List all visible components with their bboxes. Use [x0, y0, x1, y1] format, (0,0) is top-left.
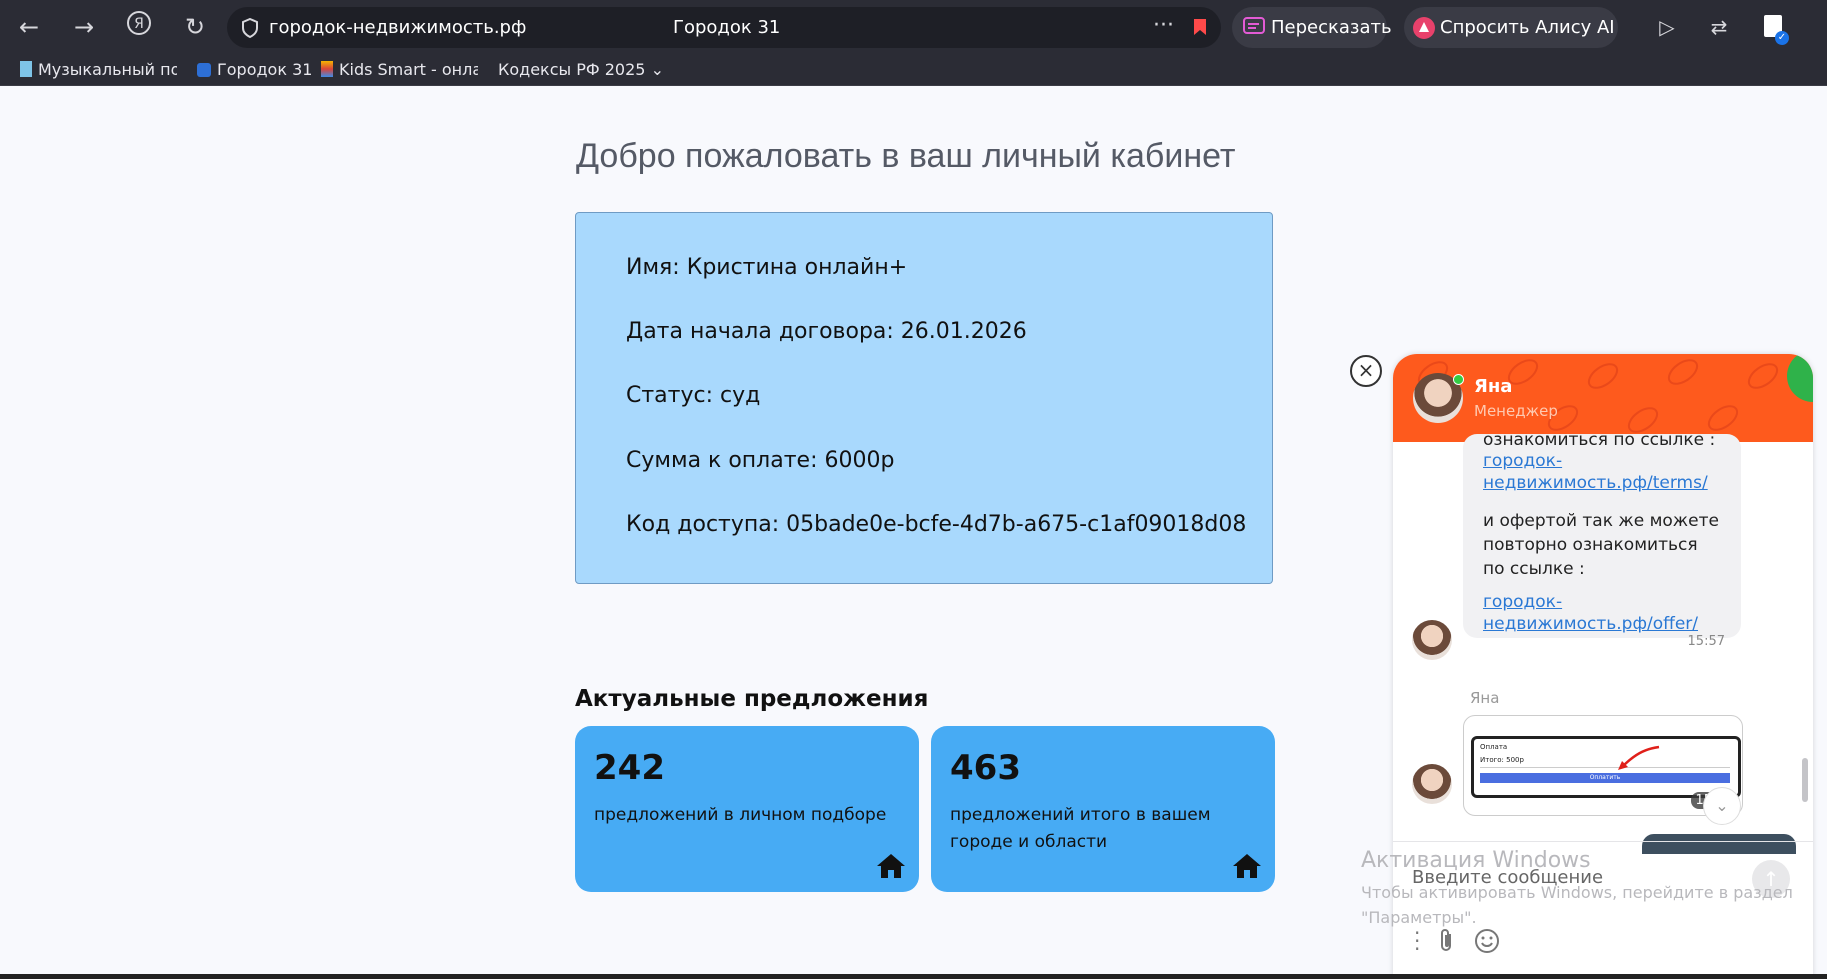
screenshot-heading: Оплата: [1480, 743, 1508, 751]
bookmark-item[interactable]: Kids Smart - онла: [321, 60, 478, 79]
bookmark-icon[interactable]: [1193, 18, 1207, 36]
message-text: и офертой так же можете повторно ознаком…: [1483, 511, 1719, 579]
message-time: 15:57: [1687, 634, 1725, 649]
yandex-logo-icon: Я: [127, 11, 151, 35]
back-button[interactable]: ←: [12, 10, 46, 44]
taskbar-edge: [0, 974, 1827, 979]
offer-description: предложений итого в вашем городе и облас…: [950, 805, 1211, 852]
more-dots-icon[interactable]: ···: [1153, 13, 1174, 38]
chevron-down-icon: ⌄: [650, 60, 664, 79]
client-name: Имя: Кристина онлайн+: [626, 255, 908, 280]
bookmark-folder[interactable]: Кодексы РФ 2025 ⌄: [498, 60, 664, 79]
home-favicon-icon: [197, 63, 211, 77]
alice-icon: [1413, 17, 1435, 39]
chevron-down-icon: ⌄: [1715, 796, 1729, 815]
emoji-icon[interactable]: [1474, 928, 1500, 954]
agent-avatar-small: [1412, 764, 1452, 804]
retell-button[interactable]: Пересказать: [1232, 7, 1392, 48]
translate-icon[interactable]: ⇄: [1702, 10, 1736, 44]
windows-activation-text: Чтобы активировать Windows, перейдите в …: [1361, 883, 1793, 927]
attach-icon[interactable]: [1437, 927, 1455, 953]
scroll-down-button[interactable]: ⌄: [1703, 787, 1741, 825]
terms-link[interactable]: городок-недвижимость.рф/terms/: [1483, 450, 1723, 494]
address-domain: городок-недвижимость.рф: [269, 17, 527, 38]
payment-screenshot: Оплата Итого: 500р Оплатить: [1471, 736, 1741, 798]
chat-message: ознакомиться по ссылке : городок-недвижи…: [1463, 430, 1741, 649]
page-title: Добро пожаловать в ваш личный кабинет: [576, 137, 1236, 175]
forward-button[interactable]: →: [67, 10, 101, 44]
address-bar[interactable]: городок-недвижимость.рф Городок 31 ···: [227, 7, 1221, 48]
reload-button[interactable]: ↻: [178, 10, 212, 44]
shield-icon: [242, 18, 258, 38]
agent-role: Менеджер: [1474, 402, 1558, 420]
contract-start-date: Дата начала договора: 26.01.2026: [626, 319, 1027, 344]
offer-count: 242: [594, 748, 665, 788]
amount-due: Сумма к оплате: 6000р: [626, 448, 895, 473]
bookmark-favicon-icon: [20, 61, 32, 77]
home-icon: [1233, 854, 1261, 878]
chat-scrollbar[interactable]: [1802, 758, 1808, 802]
media-player-icon[interactable]: ▷: [1650, 10, 1684, 44]
close-icon: ×: [1357, 358, 1375, 382]
chat-close-button[interactable]: ×: [1350, 355, 1382, 387]
yandex-home-button[interactable]: Я: [122, 10, 156, 44]
message-text-cut: ознакомиться по ссылке :: [1483, 430, 1716, 450]
online-indicator: [1453, 374, 1464, 385]
offer-description: предложений в личном подборе: [594, 805, 887, 825]
offer-count: 463: [950, 748, 1021, 788]
screenshot-pay-button: Оплатить: [1480, 773, 1730, 783]
bookmarks-bar: Музыкальный пор Городок 31 Kids Smart - …: [0, 55, 1827, 86]
bookmark-item[interactable]: Музыкальный пор: [20, 60, 177, 79]
kids-smart-favicon-icon: [321, 61, 333, 77]
message-sender-label: Яна: [1470, 689, 1500, 707]
agent-name: Яна: [1474, 376, 1513, 397]
more-options-icon[interactable]: · · ·: [1414, 923, 1420, 959]
chat-input-divider: [1393, 841, 1813, 842]
offer-link[interactable]: городок-недвижимость.рф/offer/: [1483, 591, 1723, 635]
access-code: Код доступа: 05bade0e-bcfe-4d7b-a675-c1a…: [626, 512, 1247, 537]
page-tab-title: Городок 31: [673, 17, 781, 38]
image-message[interactable]: Оплата Итого: 500р Оплатить 15:57: [1463, 715, 1743, 816]
offer-card-personal[interactable]: 242 предложений в личном подборе: [575, 726, 919, 892]
retell-icon: [1243, 17, 1265, 34]
ask-alice-button[interactable]: Спросить Алису AI: [1404, 7, 1618, 48]
ask-alice-label: Спросить Алису AI: [1440, 17, 1615, 38]
offers-section-title: Актуальные предложения: [575, 686, 929, 712]
account-info-card: Имя: Кристина онлайн+ Дата начала догово…: [575, 212, 1273, 584]
chat-header: Яна Менеджер: [1393, 354, 1813, 442]
case-status: Статус: суд: [626, 383, 761, 408]
bookmark-item[interactable]: Городок 31: [197, 60, 312, 79]
agent-avatar-small: [1412, 620, 1452, 660]
svg-text:Я: Я: [134, 16, 144, 32]
offer-card-region[interactable]: 463 предложений итого в вашем городе и о…: [931, 726, 1275, 892]
retell-label: Пересказать: [1271, 17, 1392, 38]
checkmark-badge-icon: ✓: [1775, 31, 1789, 45]
screenshot-total: Итого: 500р: [1480, 756, 1524, 764]
outgoing-message-edge: [1642, 834, 1796, 854]
windows-activation-title: Активация Windows: [1361, 848, 1591, 873]
home-icon: [877, 854, 905, 878]
browser-toolbar: ← → Я ↻ городок-недвижимость.рф Городок …: [0, 0, 1827, 55]
red-arrow-icon: [1618, 745, 1660, 770]
